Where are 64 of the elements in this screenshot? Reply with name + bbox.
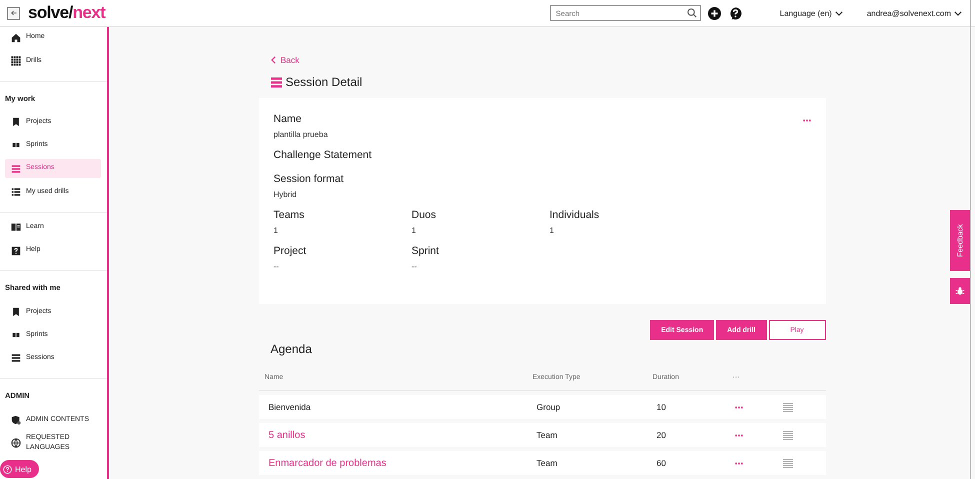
field-label: Challenge Statement [274,148,372,163]
user-dropdown[interactable]: andrea@solvenext.com [866,8,962,18]
list-icon [11,186,21,197]
table-cell-text: 60 [656,458,667,468]
agenda-row[interactable]: Enmarcador de problemas Team 60 [258,451,826,475]
agenda-row[interactable]: 5 anillos Team 20 [258,423,826,447]
back-link[interactable]: Back [270,55,300,65]
menu-icon [11,353,21,364]
field-label: Teams [274,208,304,223]
agenda-row[interactable]: Bienvenida Group 10 [258,395,826,419]
more-icon[interactable] [802,119,810,122]
bug-icon [955,286,965,296]
field-label: Session format [274,172,344,187]
chevron-left-icon [270,56,276,64]
drag-handle-icon[interactable] [782,402,792,412]
book-icon [11,222,21,232]
page-title: Session Detail [286,75,362,89]
bookmark-icon [11,306,21,317]
chevron-down-icon [954,10,962,16]
table-cell-text: 20 [656,430,667,440]
help-icon [11,246,21,256]
field-value: -- [274,262,280,271]
drag-handle-icon[interactable] [782,458,792,468]
bug-report-button[interactable] [950,278,970,304]
field-value: plantilla prueba [274,130,329,139]
add-icon[interactable] [708,6,721,20]
shield-icon [11,414,21,425]
help-icon [3,464,12,474]
field-value: 1 [412,226,417,235]
drill-link[interactable]: 5 anillos [258,430,532,440]
field-label: Individuals [550,208,600,223]
chevron-down-icon [834,10,843,16]
section-title: Agenda [270,342,313,356]
more-icon[interactable] [734,462,742,464]
table-cell-text: Group [536,402,562,412]
help-icon[interactable] [728,6,742,20]
more-icon[interactable] [734,434,742,436]
field-label: Sprint [412,244,439,259]
field-label: Project [274,244,306,259]
field-label: Duos [412,208,436,223]
table-cell-text: Bienvenida [268,402,312,412]
table-cell-text: Team [536,430,558,440]
field-value: 1 [274,226,279,235]
more-icon[interactable] [734,406,742,408]
grid-icon [11,56,21,66]
home-icon [11,32,21,42]
help-button[interactable]: Help [0,460,40,478]
logo[interactable]: solve/next [28,3,106,23]
language-dropdown[interactable]: Language (en) [780,8,843,18]
table-cell-text: Team [536,458,558,468]
bookmark-icon [11,117,21,128]
globe-icon [11,438,21,448]
field-value: -- [412,262,418,271]
arrow-left-icon [10,9,18,17]
field-value: 1 [550,226,555,235]
drag-handle-icon[interactable] [782,430,792,440]
field-label: Name [274,112,302,127]
menu-icon [11,164,21,174]
collapse-button[interactable] [7,6,20,20]
table-cell-text: 10 [656,402,667,412]
menu-icon [270,76,282,88]
search-icon [686,8,697,18]
drill-link[interactable]: Enmarcador de problemas [258,458,532,468]
field-value: Hybrid [274,190,298,199]
